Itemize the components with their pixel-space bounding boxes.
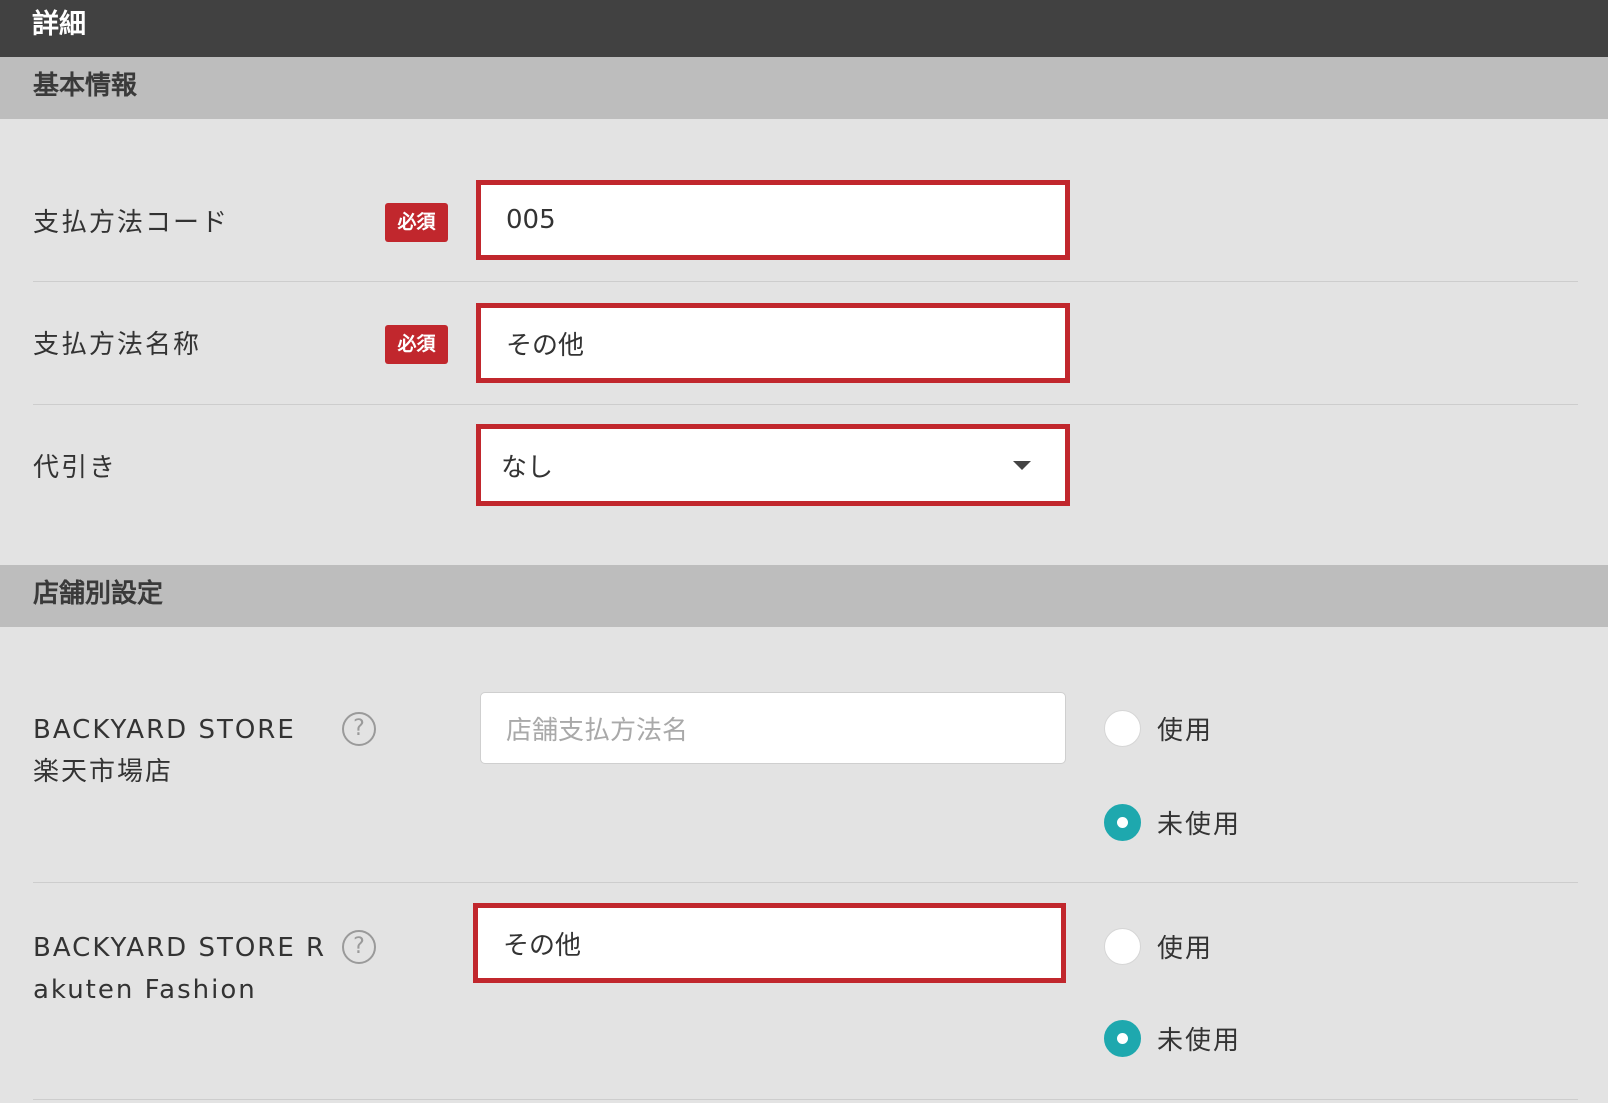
radio-unused[interactable]: 未使用 bbox=[1104, 804, 1241, 841]
radio-button[interactable] bbox=[1104, 710, 1141, 747]
payment-name-input[interactable]: その他 bbox=[476, 303, 1070, 383]
store-name-line1: BACKYARD STORE bbox=[33, 715, 296, 745]
row-divider bbox=[33, 882, 1578, 883]
store-settings-title: 店舗別設定 bbox=[33, 579, 164, 609]
store-settings-section-header: 店舗別設定 bbox=[0, 565, 1608, 627]
store-payment-name-placeholder: 店舗支払方法名 bbox=[506, 715, 689, 746]
store-name-line2: akuten Fashion bbox=[33, 975, 257, 1005]
store-payment-name-value: その他 bbox=[503, 930, 582, 961]
store-payment-name-input[interactable]: 店舗支払方法名 bbox=[480, 692, 1066, 764]
question-circle-icon[interactable]: ? bbox=[342, 712, 376, 746]
radio-button[interactable] bbox=[1104, 928, 1141, 965]
radio-button-selected[interactable] bbox=[1104, 804, 1141, 841]
payment-code-input[interactable]: 005 bbox=[476, 180, 1070, 260]
chevron-down-icon bbox=[1013, 461, 1031, 470]
store-name: BACKYARD STORE R akuten Fashion bbox=[33, 927, 326, 1011]
detail-header: 詳細 bbox=[0, 0, 1608, 57]
required-badge: 必須 bbox=[385, 325, 448, 364]
payment-name-value: その他 bbox=[506, 330, 585, 361]
question-circle-icon[interactable]: ? bbox=[342, 930, 376, 964]
payment-name-label: 支払方法名称 bbox=[33, 330, 202, 360]
payment-code-value: 005 bbox=[506, 205, 556, 235]
radio-button-selected[interactable] bbox=[1104, 1020, 1141, 1057]
cod-selected-value: なし bbox=[501, 452, 554, 483]
detail-title: 詳細 bbox=[32, 9, 86, 40]
required-badge: 必須 bbox=[385, 203, 448, 242]
row-divider bbox=[33, 281, 1578, 282]
store-name: BACKYARD STORE 楽天市場店 bbox=[33, 709, 296, 793]
store-payment-name-input[interactable]: その他 bbox=[473, 903, 1066, 983]
basic-info-section-header: 基本情報 bbox=[0, 57, 1608, 119]
radio-use[interactable]: 使用 bbox=[1104, 928, 1213, 965]
row-divider bbox=[33, 1099, 1578, 1100]
radio-use[interactable]: 使用 bbox=[1104, 710, 1213, 747]
row-divider bbox=[33, 404, 1578, 405]
radio-unused[interactable]: 未使用 bbox=[1104, 1020, 1241, 1057]
payment-code-label: 支払方法コード bbox=[33, 208, 230, 238]
basic-info-title: 基本情報 bbox=[33, 71, 138, 101]
cod-select[interactable]: なし bbox=[476, 424, 1070, 506]
store-name-line2: 楽天市場店 bbox=[33, 757, 174, 787]
cod-label: 代引き bbox=[33, 453, 118, 483]
store-name-line1: BACKYARD STORE R bbox=[33, 933, 327, 963]
